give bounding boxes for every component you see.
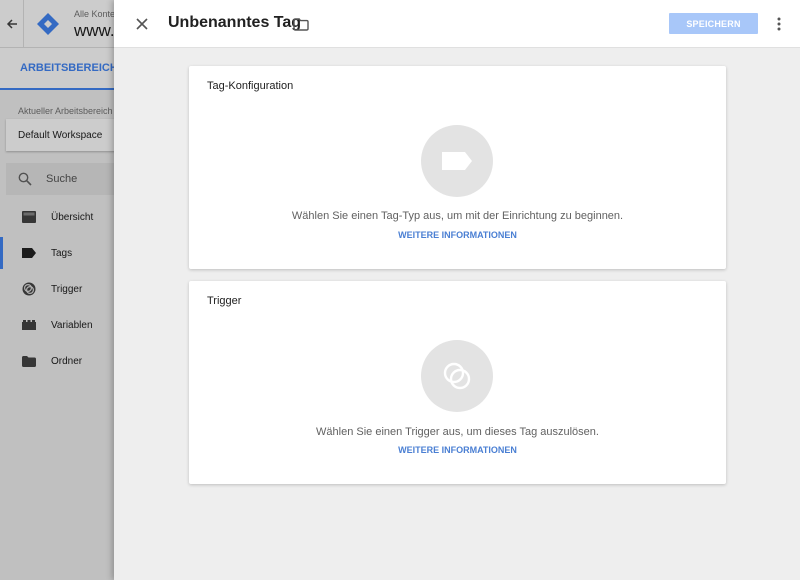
trigger-card[interactable]: Trigger Wählen Sie einen Trigger aus, um… xyxy=(189,281,726,484)
choose-tag-type-button[interactable] xyxy=(421,125,493,197)
save-button[interactable]: SPEICHERN xyxy=(669,13,758,34)
choose-trigger-button[interactable] xyxy=(421,340,493,412)
trigger-icon xyxy=(443,362,471,390)
card-instruction: Wählen Sie einen Tag-Typ aus, um mit der… xyxy=(291,210,624,222)
tag-icon xyxy=(442,152,472,170)
card-instruction: Wählen Sie einen Trigger aus, um dieses … xyxy=(316,426,599,438)
close-button[interactable] xyxy=(130,12,154,36)
page-title[interactable]: Unbenanntes Tag xyxy=(168,14,301,32)
close-icon xyxy=(136,18,148,30)
tag-editor-panel: Unbenanntes Tag SPEICHERN Tag-Konfigurat… xyxy=(114,0,800,580)
card-title: Trigger xyxy=(207,295,242,307)
learn-more-link[interactable]: WEITERE INFORMATIONEN xyxy=(189,230,726,240)
card-title: Tag-Konfiguration xyxy=(207,80,294,92)
panel-header: Unbenanntes Tag SPEICHERN xyxy=(114,0,800,48)
more-options-button[interactable] xyxy=(772,12,786,36)
more-vert-icon xyxy=(777,17,781,31)
tag-configuration-card[interactable]: Tag-Konfiguration Wählen Sie einen Tag-T… xyxy=(189,66,726,269)
folder-outline-icon xyxy=(293,17,309,31)
learn-more-link[interactable]: WEITERE INFORMATIONEN xyxy=(189,445,726,455)
folder-button[interactable] xyxy=(292,15,310,33)
